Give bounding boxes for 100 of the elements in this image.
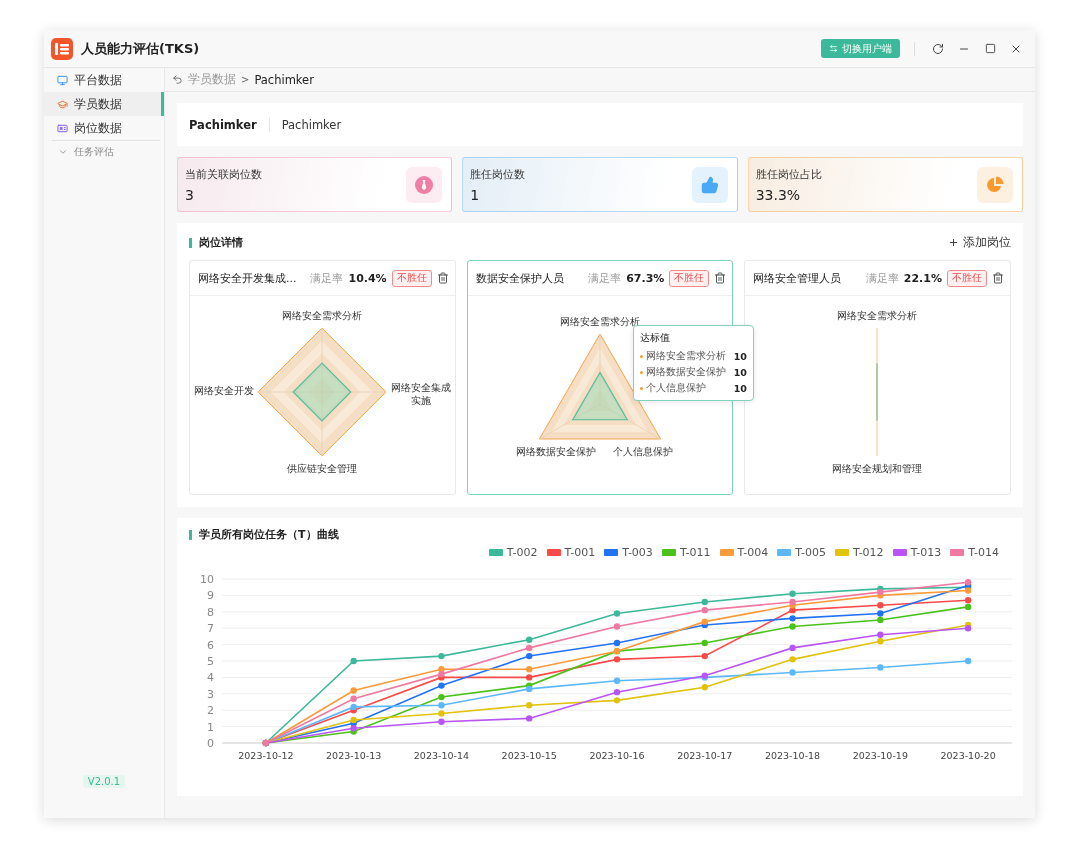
- legend-swatch: [661, 549, 676, 556]
- tooltip-label: 网络安全需求分析: [645, 350, 726, 363]
- section-title: 学员所有岗位任务（T）曲线: [189, 530, 339, 540]
- legend-item[interactable]: T-014: [950, 546, 999, 559]
- data-point: [526, 702, 533, 709]
- pie-chart-icon: [986, 175, 1004, 194]
- y-tick-label: 7: [207, 622, 214, 636]
- y-tick-label: 3: [207, 687, 214, 701]
- data-point: [789, 644, 796, 652]
- data-point: [701, 684, 708, 691]
- axis-label: 网络数据安全保护: [515, 446, 598, 459]
- graduation-cap-icon: [57, 98, 68, 110]
- tooltip-label: 网络数据安全保护: [645, 366, 726, 379]
- stat-label: 当前关联岗位数: [185, 166, 263, 182]
- axis-label: 网络安全需求分析: [281, 310, 363, 323]
- axis-label: 网络安全需求分析: [558, 316, 641, 329]
- x-tick-label: 2023-10-18: [764, 750, 821, 761]
- axis-label: 供应链安全管理: [286, 463, 358, 476]
- section-title: 岗位详情: [189, 237, 243, 248]
- legend-swatch: [834, 549, 849, 556]
- legend-item[interactable]: T-004: [719, 546, 769, 559]
- rate-value: 10.4%: [348, 271, 387, 285]
- stat-label: 胜任岗位数: [470, 166, 527, 182]
- data-point: [877, 664, 884, 671]
- data-point: [613, 610, 621, 617]
- delete-button[interactable]: [436, 272, 449, 284]
- legend-item[interactable]: T-002: [488, 546, 538, 559]
- thumbs-up-icon: [700, 175, 719, 194]
- y-tick-label: 6: [207, 638, 214, 652]
- add-position-button[interactable]: 添加岗位: [948, 235, 1011, 250]
- tooltip-value: 10: [733, 351, 747, 362]
- data-point: [438, 652, 445, 660]
- axis-label: 网络安全开发: [194, 385, 254, 398]
- data-point: [613, 623, 621, 630]
- status-tag: 不胜任: [947, 269, 987, 287]
- trash-icon: [992, 272, 1004, 284]
- y-tick-label: 5: [207, 655, 214, 668]
- y-tick-label: 10: [200, 573, 214, 586]
- x-tick-label: 2023-10-20: [940, 750, 996, 761]
- legend-item[interactable]: T-001: [546, 546, 596, 559]
- bullet-icon: [639, 355, 643, 358]
- stat-value: 33.3%: [755, 186, 802, 203]
- data-point: [964, 657, 972, 665]
- trash-icon: [436, 272, 449, 284]
- breadcrumb-current: Pachimker: [254, 72, 314, 87]
- trash-icon: [714, 272, 727, 284]
- student-account: Pachimker: [280, 117, 342, 132]
- stat-label: 胜任岗位占比: [755, 166, 823, 182]
- sidebar-group[interactable]: 任务评估: [52, 140, 160, 162]
- bullet-icon: [639, 371, 643, 374]
- legend-item[interactable]: T-005: [777, 546, 826, 559]
- x-tick-label: 2023-10-17: [677, 750, 733, 761]
- radar-area: [292, 362, 352, 422]
- data-point: [789, 669, 796, 676]
- legend-item[interactable]: T-003: [604, 546, 653, 559]
- tooltip-label: 个人信息保护: [645, 382, 707, 395]
- position-name: 数据安全保护人员: [475, 270, 565, 286]
- rate-label: 满足率: [865, 270, 899, 286]
- monitor-icon: [57, 74, 68, 86]
- axis-label: 网络安全需求分析: [836, 310, 919, 323]
- rate-value: 22.1%: [903, 271, 942, 285]
- refresh-icon: [932, 42, 944, 55]
- data-point: [613, 677, 621, 684]
- rate-label: 满足率: [588, 270, 622, 286]
- legend-swatch: [546, 549, 561, 556]
- data-point: [526, 715, 533, 722]
- legend-swatch: [604, 549, 619, 556]
- student-name: Pachimker: [189, 117, 270, 132]
- sidebar-item[interactable]: 平台数据: [44, 68, 164, 92]
- back-icon[interactable]: [172, 74, 183, 85]
- app-logo-icon: [51, 37, 73, 60]
- x-tick-label: 2023-10-16: [589, 750, 645, 761]
- data-point: [701, 652, 708, 660]
- y-tick-label: 9: [207, 589, 214, 603]
- status-tag: 不胜任: [669, 269, 710, 287]
- delete-button[interactable]: [992, 272, 1004, 284]
- sidebar-item[interactable]: 岗位数据: [44, 116, 164, 140]
- data-point: [701, 639, 708, 647]
- tooltip-title: 达标值: [639, 331, 671, 345]
- legend-item[interactable]: T-011: [661, 546, 711, 559]
- legend-item[interactable]: T-013: [892, 546, 942, 559]
- data-point: [789, 656, 796, 663]
- tooltip-value: 10: [733, 367, 747, 378]
- legend-swatch: [719, 549, 734, 556]
- position-card[interactable]: 网络安全开发集成... 满足率 10.4% 不胜任 网络安全需求分析 网络安全开发 供应链安全管理 网络安全集成实施: [189, 260, 456, 495]
- legend-item[interactable]: T-012: [834, 546, 884, 559]
- bullet-icon: [639, 387, 643, 390]
- y-tick-label: 8: [207, 605, 214, 619]
- legend-swatch: [488, 549, 503, 556]
- status-tag: 不胜任: [391, 269, 432, 287]
- legend-swatch: [950, 549, 965, 556]
- rate-label: 满足率: [310, 270, 344, 286]
- delete-button[interactable]: [714, 272, 727, 284]
- radar-area: [571, 371, 628, 421]
- x-tick-label: 2023-10-15: [501, 750, 557, 761]
- x-tick-label: 2023-10-13: [326, 750, 382, 761]
- x-tick-label: 2023-10-14: [413, 750, 470, 761]
- y-tick-label: 4: [207, 671, 214, 685]
- sidebar-item[interactable]: 学员数据: [44, 92, 164, 116]
- version-badge: V2.0.1: [82, 775, 126, 788]
